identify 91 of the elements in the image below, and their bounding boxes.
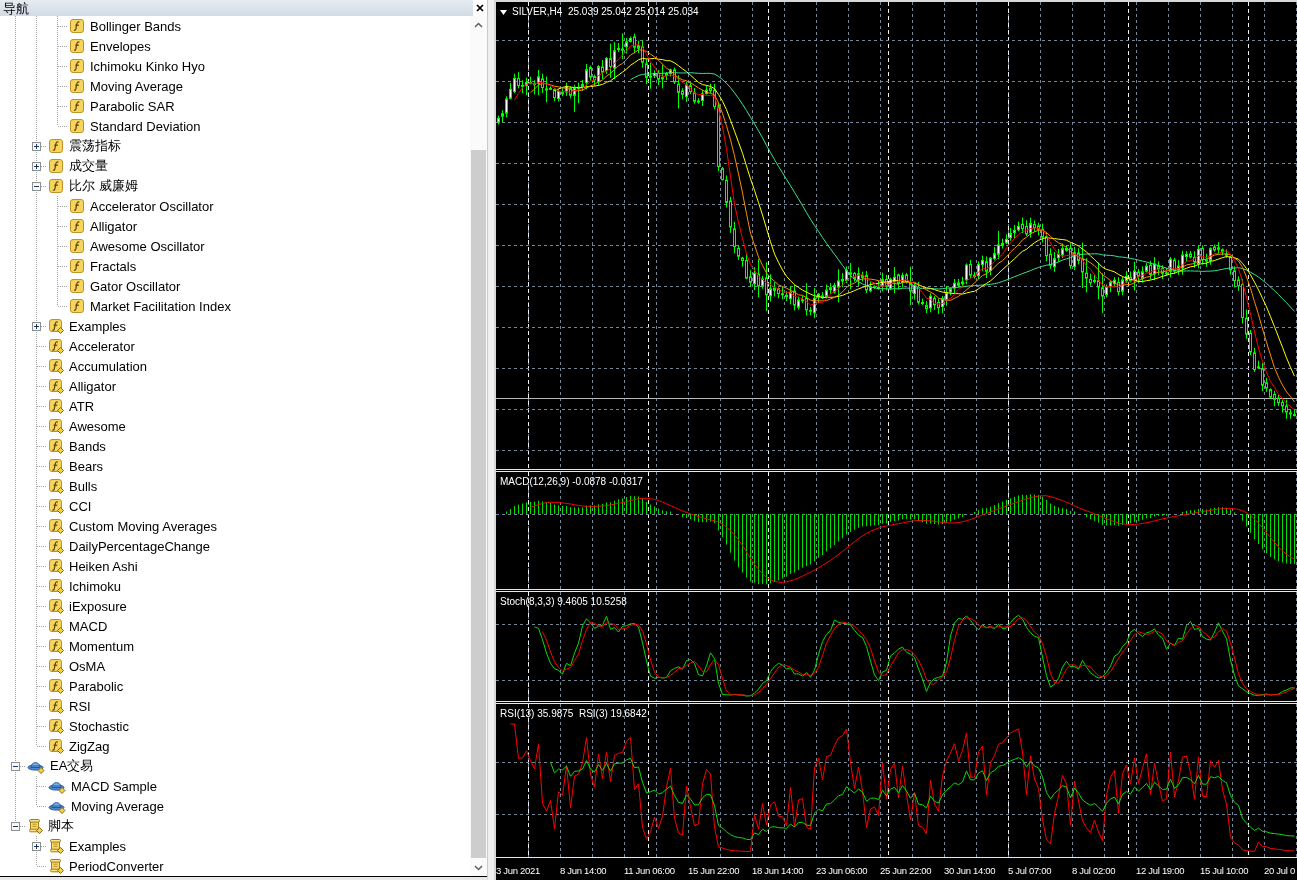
time-label: 12 Jul 19:00 xyxy=(1136,865,1185,876)
tree-item[interactable]: Accelerator Oscillator xyxy=(68,196,216,216)
function-icon xyxy=(69,218,85,234)
function-icon xyxy=(69,118,85,134)
time-label: 11 Jun 06:00 xyxy=(624,865,675,876)
function-icon xyxy=(69,18,85,34)
tree-item[interactable]: Moving Average xyxy=(47,796,166,816)
tree-item[interactable]: Bulls xyxy=(47,476,100,496)
tree-item[interactable]: Market Facilitation Index xyxy=(68,296,233,316)
tree-item[interactable]: Alligator xyxy=(68,216,139,236)
indicator-label: RSI(13) 35.9875 RSI(3) 19.6842 xyxy=(500,708,647,720)
tree-item[interactable]: CCI xyxy=(47,496,94,516)
time-label: 20 Jul 0 xyxy=(1264,865,1295,876)
time-label: 23 Jun 06:00 xyxy=(816,865,868,876)
tree-item[interactable]: DailyPercentageChange xyxy=(47,536,212,556)
tree-item[interactable]: Heiken Ashi xyxy=(47,556,140,576)
tree-item[interactable]: Alligator xyxy=(47,376,118,396)
tree-item[interactable]: 成交量 xyxy=(47,156,110,176)
function-icon xyxy=(48,138,64,154)
function-icon xyxy=(69,298,85,314)
tree-item[interactable]: 脚本 xyxy=(26,816,76,836)
tree-item[interactable]: RSI xyxy=(47,696,93,716)
function-icon xyxy=(69,238,85,254)
time-label: 25 Jun 22:00 xyxy=(880,865,932,876)
time-label: 15 Jul 10:00 xyxy=(1200,865,1249,876)
tree-item[interactable]: ATR xyxy=(47,396,97,416)
tree-item[interactable]: EA交易 xyxy=(26,756,96,776)
function-icon xyxy=(69,258,85,274)
function-icon xyxy=(69,78,85,94)
chevron-up-icon xyxy=(474,21,483,28)
scroll-icon xyxy=(48,838,64,854)
minus-box-icon[interactable] xyxy=(32,181,41,191)
tree-item[interactable]: 震荡指标 xyxy=(47,136,123,156)
tree-item[interactable]: PeriodConverter xyxy=(47,856,166,876)
scrollbar-thumb[interactable] xyxy=(471,150,486,858)
tree-item[interactable]: Custom Moving Averages xyxy=(47,516,219,536)
time-label: 8 Jun 14:00 xyxy=(560,865,607,876)
tree-item[interactable]: MACD xyxy=(47,616,110,636)
tree-item[interactable]: Gator Oscillator xyxy=(68,276,183,296)
function-icon xyxy=(48,178,64,194)
time-label: 30 Jun 14:00 xyxy=(944,865,996,876)
indicator-label: MACD(12,26,9) -0.0878 -0.0317 xyxy=(500,476,643,488)
panel-title: 导航 xyxy=(3,0,29,16)
tree-item[interactable]: Stochastic xyxy=(47,716,131,736)
tree-item[interactable]: ZigZag xyxy=(47,736,112,756)
chart-title: SILVER,H4 25.039 25.042 25.014 25.034 xyxy=(512,6,699,18)
time-label: 8 Jul 02:00 xyxy=(1072,865,1116,876)
function-icon xyxy=(69,98,85,114)
plus-box-icon[interactable] xyxy=(32,161,41,171)
tree-item[interactable]: Bands xyxy=(47,436,108,456)
tree-item[interactable]: 比尔 威廉姆 xyxy=(47,176,140,196)
tree-item[interactable]: Examples xyxy=(47,316,129,336)
tree-item[interactable]: iExposure xyxy=(47,596,129,616)
minus-box-icon[interactable] xyxy=(11,821,20,831)
function-icon xyxy=(69,58,85,74)
tree-item[interactable]: Bears xyxy=(47,456,105,476)
scroll-icon xyxy=(48,858,64,874)
tree-item[interactable]: Accelerator xyxy=(47,336,137,356)
tree-item[interactable]: Ichimoku xyxy=(47,576,124,596)
time-label: 15 Jun 22:00 xyxy=(688,865,740,876)
tree-item[interactable]: Moving Average xyxy=(68,76,185,96)
time-label: 3 Jun 2021 xyxy=(496,865,540,876)
tree-item[interactable]: Parabolic xyxy=(47,676,126,696)
plus-box-icon[interactable] xyxy=(32,321,41,331)
time-label: 5 Jul 07:00 xyxy=(1008,865,1052,876)
function-icon xyxy=(69,198,85,214)
function-icon xyxy=(69,38,85,54)
scroll-icon xyxy=(27,818,43,834)
time-label: 18 Jun 14:00 xyxy=(752,865,804,876)
tree-item[interactable]: Parabolic SAR xyxy=(68,96,177,116)
chevron-down-icon xyxy=(474,864,483,871)
plus-box-icon[interactable] xyxy=(32,141,41,151)
function-icon xyxy=(48,158,64,174)
tree-item[interactable]: Awesome xyxy=(47,416,128,436)
tree-item[interactable]: Examples xyxy=(47,836,129,856)
tree-item[interactable]: OsMA xyxy=(47,656,108,676)
tree-item[interactable]: Standard Deviation xyxy=(68,116,203,136)
plus-box-icon[interactable] xyxy=(32,841,41,851)
minus-box-icon[interactable] xyxy=(11,761,20,771)
tree-item[interactable]: Fractals xyxy=(68,256,139,276)
tree-item[interactable]: Ichimoku Kinko Hyo xyxy=(68,56,207,76)
tree-item[interactable]: MACD Sample xyxy=(47,776,159,796)
function-icon xyxy=(69,278,85,294)
tree-item[interactable]: Accumulation xyxy=(47,356,150,376)
tree-item[interactable]: Envelopes xyxy=(68,36,153,56)
tree-item[interactable]: Awesome Oscillator xyxy=(68,236,207,256)
close-icon xyxy=(476,4,484,12)
tree-item[interactable]: Momentum xyxy=(47,636,137,656)
tree-item[interactable]: Bollinger Bands xyxy=(68,16,184,36)
triangle-down-icon[interactable] xyxy=(500,9,507,15)
indicator-label: Stoch(8,3,3) 9.4605 10.5258 xyxy=(500,596,627,608)
